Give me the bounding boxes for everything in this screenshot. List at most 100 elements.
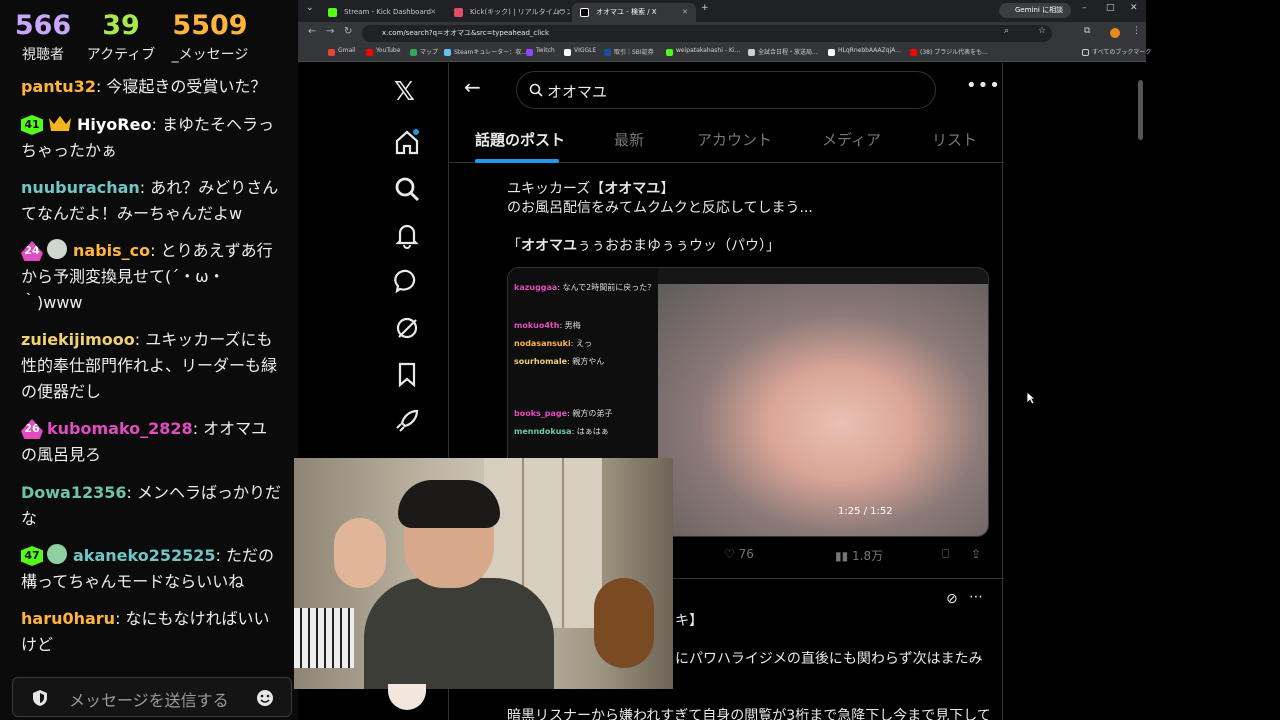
shield-icon[interactable] (31, 689, 49, 707)
share-icon[interactable]: ⇪ (971, 547, 981, 561)
post2-line-1: キ】 (675, 613, 703, 629)
forward-icon[interactable]: → (326, 26, 334, 37)
x-search-input[interactable]: オオマユ (516, 71, 936, 109)
bookmark-youtube-video[interactable]: (38) ブラジル代表をも... (910, 47, 988, 56)
zoom-icon[interactable]: ⌕ (1004, 26, 1009, 36)
subscriber-badge: 26 (21, 419, 43, 439)
chat-message: 41 HiyoReo: まゆたそヘラっちゃったかぁ (21, 112, 283, 164)
stream-chat-panel: 566 視聴者 39 アクティブ 5509 _メッセージ pantu32: 今寝… (0, 0, 298, 720)
chat-message: haru0haru: なにもなければいいけど (21, 606, 283, 658)
bookmark-sbi[interactable]: 取引｜SBI証券 (604, 47, 654, 56)
search-icon (529, 83, 543, 97)
chat-input[interactable]: メッセージを送信する (12, 677, 292, 717)
minimize-icon[interactable]: – (1082, 3, 1087, 13)
new-tab-icon[interactable]: + (701, 3, 709, 13)
webcam-streamer-body (364, 578, 554, 689)
chat-username[interactable]: akaneko252525 (73, 546, 215, 565)
video-chat-line: kazuggaa: なんで2時間前に戻った？ (514, 283, 656, 292)
bookmark-viggle[interactable]: VIGGLE (564, 47, 596, 56)
bookmark-steam[interactable]: Steamキュレーター：収... (444, 47, 527, 56)
notifications-icon[interactable] (392, 220, 422, 250)
rocket-icon[interactable] (392, 406, 422, 436)
views-button[interactable]: ▮▮ 1.8万 (835, 547, 883, 564)
tab-lists[interactable]: リスト (932, 129, 977, 150)
webcam-streamer-hand (334, 518, 386, 588)
back-icon[interactable]: ← (308, 26, 316, 37)
twitch-icon (526, 49, 533, 56)
chat-username[interactable]: Dowa12356 (21, 483, 127, 502)
profile-avatar[interactable] (1110, 28, 1120, 38)
message-count-label: _メッセージ (171, 47, 249, 63)
grok-icon[interactable] (392, 313, 422, 343)
video-chat-line: books_page: 親方の弟子 (514, 409, 613, 418)
tab-people[interactable]: アカウント (697, 129, 772, 150)
bookmark-x-image[interactable]: HLqRnebbAAAZqjA... (828, 47, 901, 56)
video-frame (658, 284, 988, 536)
bookmark-youtube[interactable]: YouTube (366, 47, 400, 56)
menu-icon[interactable]: ⋮ (1132, 26, 1141, 36)
chat-username[interactable]: kubomako_2828 (47, 419, 193, 438)
x-search-tabs: 話題のポスト 最新 アカウント メディア リスト (449, 119, 1004, 163)
gmail-icon (328, 49, 335, 56)
extensions-icon[interactable]: ⧉ (1084, 26, 1090, 36)
messages-icon[interactable] (392, 266, 422, 296)
grok-post-icon[interactable]: ⊘ (946, 591, 958, 607)
chat-message: nuuburachan: あれ？みどりさんてなんだよ！みーちゃんだよw (21, 175, 283, 227)
viewer-count-label: 視聴者 (22, 47, 64, 63)
chat-username[interactable]: pantu32 (21, 77, 96, 96)
all-bookmarks[interactable]: すべてのブックマーク (1082, 47, 1151, 56)
message-count-value: 5509 (172, 10, 248, 41)
emoji-icon[interactable] (256, 689, 274, 707)
reload-icon[interactable]: ↻ (344, 26, 352, 37)
active-count-label: アクティブ (86, 47, 156, 63)
tab-media[interactable]: メディア (822, 129, 881, 150)
bookmark-star-icon[interactable]: ☆ (1038, 26, 1046, 36)
scrollbar[interactable] (1138, 80, 1143, 140)
close-tab-icon[interactable]: ✕ (430, 3, 436, 22)
explore-icon[interactable] (392, 174, 422, 204)
viewer-count-value: 566 (14, 10, 72, 41)
post2-line-2: にパワハライジメの直後にも関わらず次はまたみ (675, 651, 983, 667)
omnibox[interactable]: x.com/search?q=オオマユ&src=typeahead_click (362, 25, 1052, 42)
chat-username[interactable]: zuiekijimooo (21, 330, 135, 349)
chat-username[interactable]: nuuburachan (21, 178, 140, 197)
viggle-icon (564, 49, 571, 56)
view-count: 1.8万 (852, 549, 884, 563)
back-arrow-icon[interactable]: ← (464, 75, 481, 99)
tab-title: Kick(キック) | リアルタイムランキング (470, 8, 570, 16)
chat-username[interactable]: haru0haru (21, 609, 115, 628)
chat-text: : 今寝起きの受賞いた？ (95, 77, 267, 96)
bookmark-twitch[interactable]: Twitch (526, 47, 555, 56)
tab-search-icon[interactable]: ⌄ (306, 3, 314, 13)
home-icon[interactable] (392, 127, 422, 157)
tab-kick-dashboard[interactable]: Stream - Kick Dashboard ✕ (320, 3, 444, 22)
tab-x-search[interactable]: オオマユ - 検索 / X ✕ (572, 3, 696, 22)
chat-username[interactable]: nabis_co (73, 241, 150, 260)
tab-top[interactable]: 話題のポスト (475, 129, 565, 150)
maximize-icon[interactable]: □ (1106, 3, 1115, 13)
tab-latest[interactable]: 最新 (614, 129, 644, 150)
tab-kick-ranking[interactable]: Kick(キック) | リアルタイムランキング ✕ (446, 3, 570, 22)
bookmark-post-icon[interactable]: ⎕ (942, 547, 949, 562)
close-tab-icon[interactable]: ✕ (682, 3, 688, 22)
youtube-icon (366, 49, 373, 56)
video-timestamp: 1:25 / 1:52 (838, 506, 893, 517)
x-logo-icon[interactable]: 𝕏 (394, 77, 415, 107)
kick-icon (666, 49, 673, 56)
bookmark-gmail[interactable]: Gmail (328, 47, 356, 56)
webcam-keyboard (294, 608, 354, 668)
close-tab-icon[interactable]: ✕ (556, 3, 562, 22)
bookmark-kick[interactable]: weipatakahashi - Ki... (666, 47, 740, 56)
close-window-icon[interactable]: ✕ (1130, 3, 1138, 13)
chat-input-placeholder: メッセージを送信する (69, 691, 229, 710)
folder-icon (1082, 49, 1089, 56)
webcam-guitar (594, 578, 654, 668)
like-button[interactable]: ♡ 76 (724, 547, 754, 561)
gemini-button[interactable]: Gemini に相談 (999, 3, 1072, 18)
bookmarks-icon[interactable] (392, 359, 422, 389)
bookmark-maps[interactable]: マップ (410, 47, 438, 56)
chat-username[interactable]: HiyoReo (77, 115, 151, 134)
bookmark-schedule[interactable]: 全試合日程・放送局... (748, 47, 818, 56)
post-more-icon[interactable]: ⋯ (969, 589, 983, 605)
more-options-icon[interactable]: ••• (966, 75, 1001, 96)
